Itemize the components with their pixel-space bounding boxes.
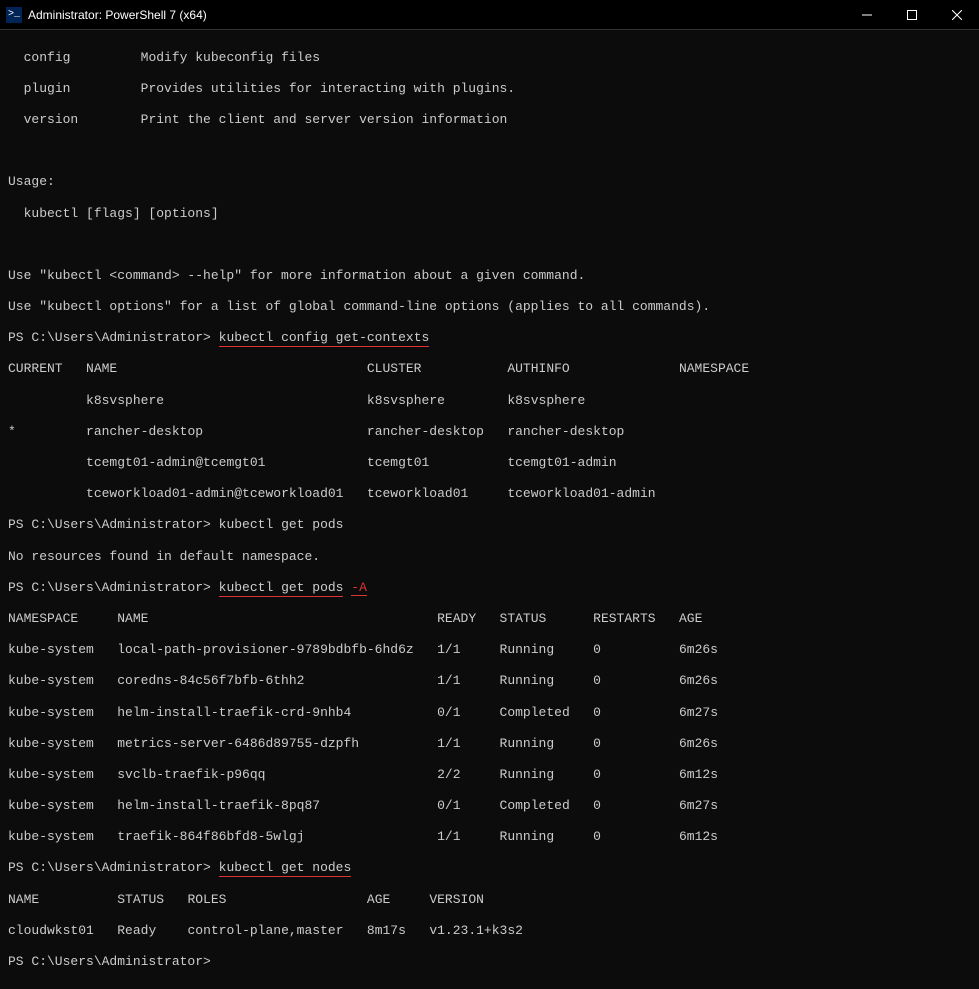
no-resources-line: No resources found in default namespace. [8, 549, 971, 565]
hint-line: Use "kubectl options" for a list of glob… [8, 299, 971, 315]
pod-row: kube-system helm-install-traefik-8pq87 0… [8, 798, 971, 814]
prompt-line: PS C:\Users\Administrator> kubectl get p… [8, 580, 971, 596]
contexts-header: CURRENT NAME CLUSTER AUTHINFO NAMESPACE [8, 361, 971, 377]
ps-prompt: PS C:\Users\Administrator> [8, 954, 211, 969]
help-line: config Modify kubeconfig files [8, 50, 971, 66]
prompt-line: PS C:\Users\Administrator> kubectl get p… [8, 517, 971, 533]
node-row: cloudwkst01 Ready control-plane,master 8… [8, 923, 971, 939]
maximize-button[interactable] [889, 0, 934, 30]
window-title: Administrator: PowerShell 7 (x64) [28, 8, 207, 22]
help-line: plugin Provides utilities for interactin… [8, 81, 971, 97]
hint-line: Use "kubectl <command> --help" for more … [8, 268, 971, 284]
nodes-header: NAME STATUS ROLES AGE VERSION [8, 892, 971, 908]
prompt-line: PS C:\Users\Administrator> kubectl get n… [8, 860, 971, 876]
command-text: kubectl config get-contexts [219, 330, 430, 347]
window-controls [844, 0, 979, 30]
command-text: kubectl get nodes [219, 860, 352, 877]
context-row: tceworkload01-admin@tceworkload01 tcewor… [8, 486, 971, 502]
context-row: * rancher-desktop rancher-desktop ranche… [8, 424, 971, 440]
command-text: kubectl get pods [219, 580, 344, 597]
ps-prompt: PS C:\Users\Administrator> [8, 860, 211, 875]
ps-prompt: PS C:\Users\Administrator> [8, 580, 211, 595]
pod-row: kube-system coredns-84c56f7bfb-6thh2 1/1… [8, 673, 971, 689]
powershell-icon: >_ [6, 7, 22, 23]
context-row: tcemgt01-admin@tcemgt01 tcemgt01 tcemgt0… [8, 455, 971, 471]
blank-line [8, 237, 971, 253]
ps-prompt: PS C:\Users\Administrator> [8, 330, 211, 345]
command-text: kubectl get pods [219, 517, 344, 532]
terminal-output[interactable]: config Modify kubeconfig files plugin Pr… [0, 30, 979, 989]
usage-label: Usage: [8, 174, 971, 190]
help-line: version Print the client and server vers… [8, 112, 971, 128]
pod-row: kube-system metrics-server-6486d89755-dz… [8, 736, 971, 752]
pods-header: NAMESPACE NAME READY STATUS RESTARTS AGE [8, 611, 971, 627]
window-titlebar: >_ Administrator: PowerShell 7 (x64) [0, 0, 979, 30]
usage-line: kubectl [flags] [options] [8, 206, 971, 222]
command-flag: -A [351, 580, 367, 596]
titlebar-left: >_ Administrator: PowerShell 7 (x64) [0, 7, 207, 23]
pod-row: kube-system helm-install-traefik-crd-9nh… [8, 705, 971, 721]
minimize-button[interactable] [844, 0, 889, 30]
prompt-line: PS C:\Users\Administrator> [8, 954, 971, 970]
pod-row: kube-system local-path-provisioner-9789b… [8, 642, 971, 658]
close-button[interactable] [934, 0, 979, 30]
blank-line [8, 143, 971, 159]
context-row: k8svsphere k8svsphere k8svsphere [8, 393, 971, 409]
pod-row: kube-system traefik-864f86bfd8-5wlgj 1/1… [8, 829, 971, 845]
ps-prompt: PS C:\Users\Administrator> [8, 517, 211, 532]
pod-row: kube-system svclb-traefik-p96qq 2/2 Runn… [8, 767, 971, 783]
prompt-line: PS C:\Users\Administrator> kubectl confi… [8, 330, 971, 346]
